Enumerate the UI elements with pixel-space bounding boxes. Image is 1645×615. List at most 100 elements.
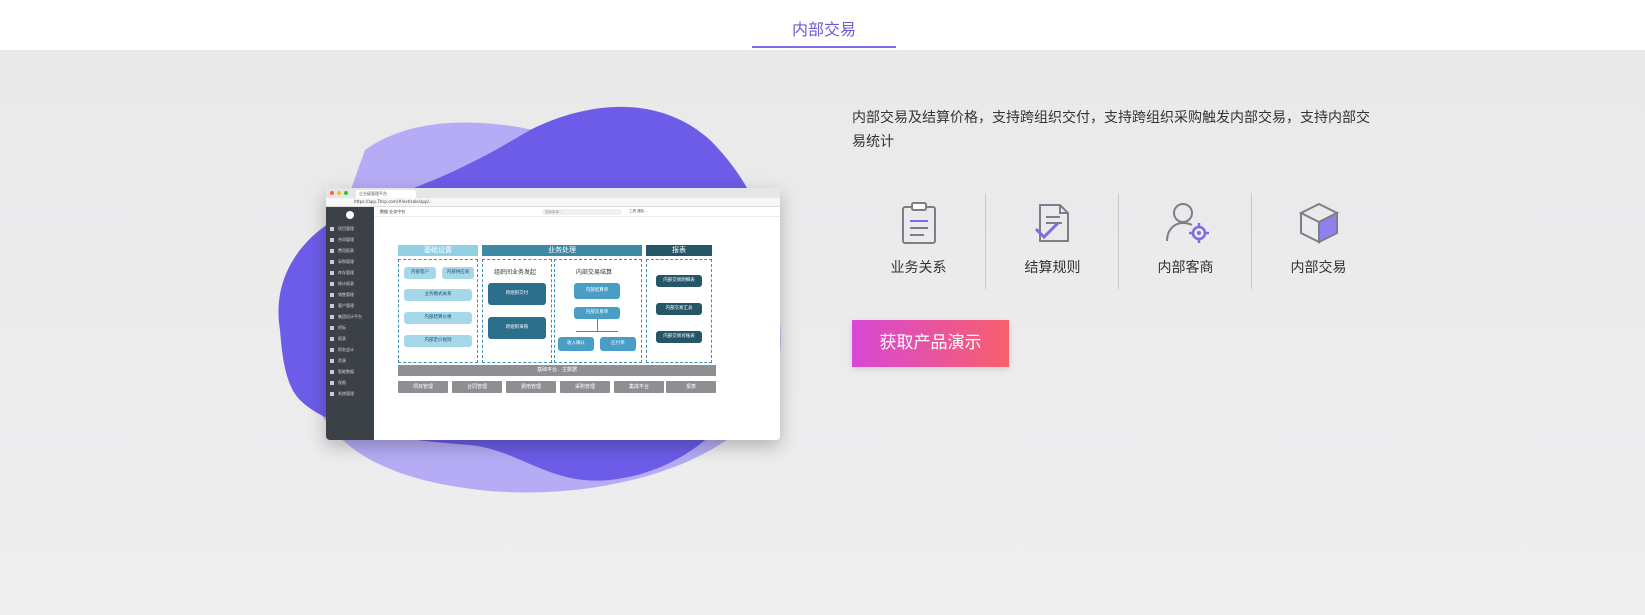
diagram-module: 报表 [666, 381, 716, 393]
diagram-item: 内部交易汇总 [656, 303, 702, 315]
sidebar-item: 库存管理 [326, 267, 374, 278]
diagram-base-bar: 基础平台、主数据 [398, 365, 716, 376]
diagram-module: 合同管理 [452, 381, 502, 393]
sidebar-list: 项目管理合同管理费用报表采购管理库存管理统计报表销售管理客户管理集团设计平台 招标… [326, 223, 374, 399]
sidebar-item-label: 合同管理 [338, 236, 354, 242]
menu-icon [330, 325, 334, 330]
sidebar-item: 销售管理 [326, 289, 374, 300]
sidebar-item: 系统管理 [326, 388, 374, 399]
sidebar-item: 项目管理 [326, 223, 374, 234]
diagram-item: 跨组织采购 [488, 317, 546, 339]
feature-label: 内部客商 [1157, 260, 1214, 276]
browser-tab: 企业级管理平台 [356, 190, 416, 198]
browser-titlebar: 企业级管理平台 [326, 188, 780, 198]
diagram-connector [597, 319, 598, 331]
menu-icon [330, 347, 334, 352]
diagram-subtitle: 组织间业务发起 [494, 269, 537, 276]
menu-icon [330, 314, 334, 319]
sidebar-item-label: 招标 [338, 324, 346, 330]
cube-icon [1298, 202, 1340, 244]
sidebar-item: 财务会计 [326, 344, 374, 355]
sidebar-item-label: 集团设计平台 [338, 313, 362, 319]
diagram-item: 业务模式关系 [404, 289, 472, 301]
tab-internal-trade[interactable]: 内部交易 [752, 0, 896, 50]
clipboard-icon [902, 202, 936, 244]
diagram-subtitle: 内部交易结算 [576, 269, 613, 276]
product-illustration: 企业级管理平台 https://app.7hcp.com/#/ext/sale/… [270, 100, 830, 520]
feature-list: 业务关系 结算规则 内部客商 内部交易 [852, 193, 1392, 289]
breadcrumb: 数据·业务中台 [380, 209, 406, 214]
menu-icon [330, 336, 334, 341]
diagram-item: 收入确认 [558, 337, 594, 351]
screenshot-browser-window: 企业级管理平台 https://app.7hcp.com/#/ext/sale/… [326, 188, 780, 440]
sidebar-item-label: 库存管理 [338, 269, 354, 275]
menu-icon [330, 226, 334, 231]
document-check-icon [1034, 204, 1069, 242]
diagram-module: 费用管理 [506, 381, 556, 393]
diagram-item: 内部结算价格 [404, 312, 472, 324]
menu-icon [330, 237, 334, 242]
diagram-connector [576, 331, 618, 332]
sidebar-item: 费用报表 [326, 245, 374, 256]
user-gear-icon [1166, 203, 1209, 243]
menu-icon [330, 259, 334, 264]
sidebar-item-label: 项目管理 [338, 225, 354, 231]
tab-active-underline [752, 46, 896, 48]
diagram-item: 应付单 [600, 337, 636, 351]
diagram-module: 采购管理 [560, 381, 610, 393]
product-description: 内部交易及结算价格，支持跨组织交付，支持跨组织采购触发内部交易，支持内部交易统计 [852, 110, 1370, 150]
browser-url-bar: https://app.7hcp.com/#/ext/sale/app/... [326, 198, 780, 207]
sidebar-item-label: 权限 [338, 379, 346, 385]
sidebar-item: 资源 [326, 355, 374, 366]
menu-icon [330, 303, 334, 308]
app-main: 数据·业务中台 搜索菜单... 工具 通知 ... 基础设置 业务处理 报表 内 [374, 207, 780, 440]
app-logo [346, 211, 354, 219]
menu-icon [330, 270, 334, 275]
menu-icon [330, 281, 334, 286]
sidebar-item-label: 统计报表 [338, 280, 354, 286]
diagram-item: 内部交易单 [574, 307, 620, 319]
sidebar-item-label: 报表 [338, 335, 346, 341]
sidebar-item-label: 采购管理 [338, 258, 354, 264]
sidebar-item: 统计报表 [326, 278, 374, 289]
menu-icon [330, 248, 334, 253]
feature-business-relation: 业务关系 [852, 193, 985, 289]
diagram-item: 内部交易明细表 [656, 275, 702, 287]
header-tools: 工具 通知 ... [629, 209, 649, 213]
diagram-item: 内部交易对账表 [656, 331, 702, 343]
diagram-item: 内部结算单 [574, 283, 620, 299]
diagram-module: 集成平台 [614, 381, 664, 393]
feature-label: 业务关系 [890, 260, 947, 276]
sidebar-item: 招标 [326, 322, 374, 333]
diagram-item: 内部定价规则 [404, 335, 472, 347]
diagram-head-business: 业务处理 [482, 245, 642, 256]
sidebar-item: 报表 [326, 333, 374, 344]
sidebar-item: 智能数据 [326, 366, 374, 377]
menu-icon [330, 391, 334, 396]
get-demo-button[interactable]: 获取产品演示 [852, 320, 1009, 367]
search-input: 搜索菜单... [542, 209, 622, 215]
diagram-item: 内部供应商 [442, 267, 474, 279]
menu-icon [330, 369, 334, 374]
url-text: https://app.7hcp.com/#/ext/sale/app/... [354, 199, 433, 204]
feature-internal-partner: 内部客商 [1118, 193, 1251, 289]
window-controls [330, 191, 348, 195]
top-tab-bar: 内部交易 [0, 0, 1645, 50]
diagram-item: 跨组织交付 [488, 283, 546, 305]
sidebar-item-label: 客户管理 [338, 302, 354, 308]
sidebar-item-label: 智能数据 [338, 368, 354, 374]
diagram-item: 内部客户 [404, 267, 436, 279]
sidebar-item-label: 资源 [338, 357, 346, 363]
app-sidebar: 项目管理合同管理费用报表采购管理库存管理统计报表销售管理客户管理集团设计平台 招标… [326, 207, 374, 440]
sidebar-item: 合同管理 [326, 234, 374, 245]
diagram-module: 项目管理 [398, 381, 448, 393]
sidebar-item-label: 系统管理 [338, 390, 354, 396]
sidebar-item-label: 销售管理 [338, 291, 354, 297]
tab-label: 内部交易 [791, 20, 856, 39]
menu-icon [330, 292, 334, 297]
app-header: 数据·业务中台 搜索菜单... 工具 通知 ... [374, 207, 780, 217]
diagram-head-report: 报表 [646, 245, 712, 256]
sidebar-item-label: 财务会计 [338, 346, 354, 352]
sidebar-item: 权限 [326, 377, 374, 388]
feature-settlement-rule: 结算规则 [985, 193, 1118, 289]
